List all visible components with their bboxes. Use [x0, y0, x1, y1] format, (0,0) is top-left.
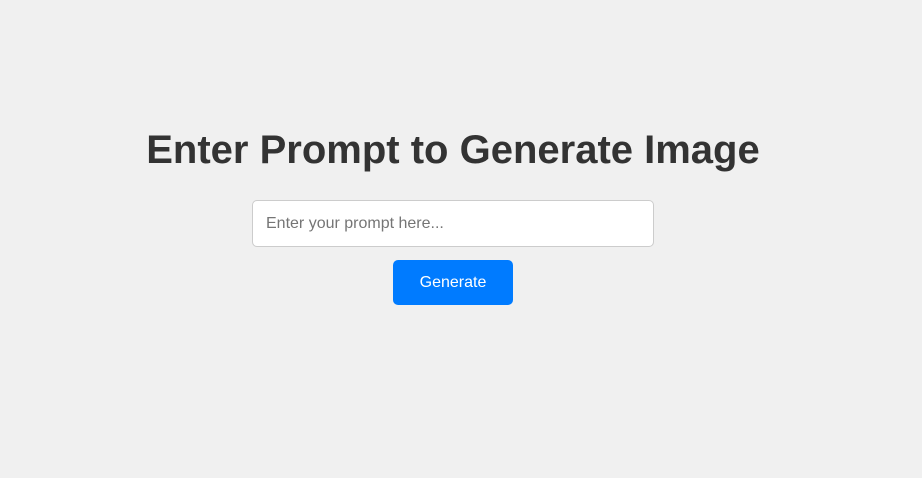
generate-button[interactable]: Generate: [393, 260, 513, 305]
prompt-input[interactable]: [252, 200, 654, 247]
page-title: Enter Prompt to Generate Image: [146, 128, 760, 172]
page-container: Enter Prompt to Generate Image Generate: [0, 0, 922, 478]
